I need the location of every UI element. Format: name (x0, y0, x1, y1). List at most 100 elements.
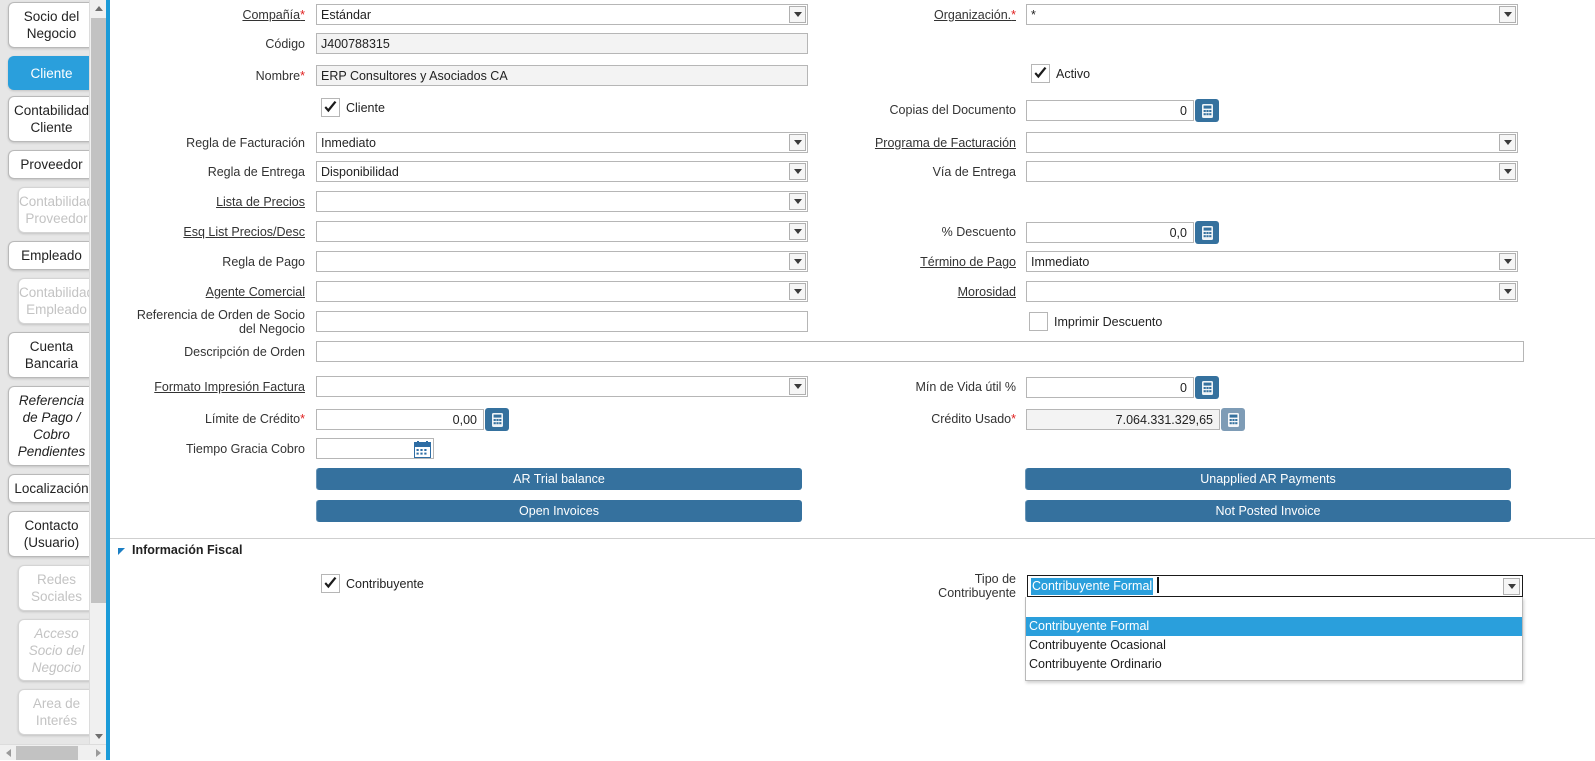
chevron-down-icon[interactable] (789, 163, 806, 180)
agente-comercial-label[interactable]: Agente Comercial (120, 285, 305, 299)
termino-de-pago-label[interactable]: Término de Pago (826, 255, 1016, 269)
lista-de-precios-combobox[interactable] (316, 191, 808, 212)
formato-impresion-factura-label[interactable]: Formato Impresión Factura (120, 380, 305, 394)
copias-del-documento-input[interactable]: 0 (1026, 100, 1194, 121)
min-de-vida-util-input[interactable]: 0 (1026, 377, 1194, 398)
credito-usado-calculator-icon[interactable] (1221, 408, 1245, 431)
formato-impresion-factura-combobox[interactable] (316, 376, 808, 397)
ar-trial-balance-button[interactable]: AR Trial balance (316, 468, 802, 490)
chevron-down-icon[interactable] (789, 253, 806, 270)
dropdown-option-contribuyente-formal[interactable]: Contribuyente Formal (1026, 617, 1522, 636)
credito-usado-input[interactable]: 7.064.331.329,65 (1026, 409, 1220, 430)
compania-combobox[interactable]: Estándar (316, 4, 808, 25)
rail-vertical-scrollbar[interactable] (89, 0, 106, 745)
dropdown-option-contribuyente-ocasional[interactable]: Contribuyente Ocasional (1026, 636, 1522, 655)
chevron-down-icon[interactable] (1499, 283, 1516, 300)
checkbox-activo[interactable]: Activo (1031, 64, 1090, 83)
open-invoices-button[interactable]: Open Invoices (316, 500, 802, 522)
checkbox-imprimir-descuento[interactable]: Imprimir Descuento (1029, 312, 1162, 331)
regla-de-facturacion-combobox[interactable]: Inmediato (316, 132, 808, 153)
programa-de-facturacion-combobox[interactable] (1026, 132, 1518, 153)
sidebar-tab-proveedor[interactable]: Proveedor (8, 150, 89, 179)
not-posted-invoice-button[interactable]: Not Posted Invoice (1025, 500, 1511, 522)
esq-list-precios-desc-label[interactable]: Esq List Precios/Desc (120, 225, 305, 239)
organizacion-label[interactable]: Organización.* (886, 8, 1016, 22)
morosidad-combobox[interactable] (1026, 281, 1518, 302)
rail-hscroll-thumb[interactable] (16, 746, 78, 760)
unapplied-ar-payments-button[interactable]: Unapplied AR Payments (1025, 468, 1511, 490)
chevron-down-icon[interactable] (789, 378, 806, 395)
agente-comercial-combobox[interactable] (316, 281, 808, 302)
sidebar-tab-label: Localización (14, 480, 88, 497)
triangle-down-glyph (1504, 12, 1512, 17)
sidebar-tab-contabilidad-cliente[interactable]: Contabilidad Cliente (8, 96, 89, 142)
tiempo-gracia-cobro-input[interactable] (316, 438, 434, 459)
triangle-down-glyph (794, 229, 802, 234)
sidebar-tab-socio-del-negocio[interactable]: Socio del Negocio (8, 2, 89, 48)
regla-de-pago-combobox[interactable] (316, 251, 808, 272)
triangle-left-icon (6, 749, 11, 757)
scroll-up-arrow[interactable] (90, 0, 107, 17)
checkbox-imprimir-descuento-box[interactable] (1029, 312, 1048, 331)
chevron-down-icon[interactable] (789, 134, 806, 151)
scroll-left-arrow[interactable] (0, 745, 16, 761)
chevron-down-icon[interactable] (789, 223, 806, 240)
chevron-down-icon[interactable] (1499, 134, 1516, 151)
credito-usado-label: Crédito Usado* (826, 412, 1016, 426)
triangle-down-glyph (794, 140, 802, 145)
limite-de-credito-calculator-icon[interactable] (485, 408, 509, 431)
sidebar-tab-contacto-usuario[interactable]: Contacto (Usuario) (8, 511, 89, 557)
esq-list-precios-desc-combobox[interactable] (316, 221, 808, 242)
scroll-right-arrow[interactable] (90, 745, 106, 761)
via-de-entrega-combobox[interactable] (1026, 161, 1518, 182)
checkbox-cliente[interactable]: Cliente (321, 98, 385, 117)
triangle-down-glyph (1504, 259, 1512, 264)
organizacion-combobox[interactable]: * (1026, 4, 1518, 25)
rail-scroll-thumb[interactable] (91, 18, 106, 603)
codigo-input[interactable]: J400788315 (316, 33, 808, 54)
sidebar-tab-empleado[interactable]: Empleado (8, 241, 89, 270)
rail-horizontal-scrollbar[interactable] (0, 744, 106, 760)
ar-trial-balance-button-label: AR Trial balance (513, 472, 605, 486)
checkbox-contribuyente[interactable]: Contribuyente (321, 574, 424, 593)
programa-de-facturacion-label[interactable]: Programa de Facturación (826, 136, 1016, 150)
tipo-de-contribuyente-combobox[interactable]: Contribuyente Formal (1027, 575, 1523, 597)
copias-del-documento-calculator-icon[interactable] (1195, 99, 1219, 122)
termino-de-pago-combobox[interactable]: Immediato (1026, 251, 1518, 272)
referencia-de-orden-de-socio-del-negocio-input[interactable] (316, 311, 808, 332)
limite-de-credito-input[interactable]: 0,00 (316, 409, 484, 430)
dropdown-option-blank[interactable] (1026, 599, 1522, 617)
lista-de-precios-label[interactable]: Lista de Precios (120, 195, 305, 209)
triangle-down-glyph (794, 12, 802, 17)
descuento-value: 0,0 (1170, 226, 1187, 240)
tipo-de-contribuyente-option-list[interactable]: Contribuyente FormalContribuyente Ocasio… (1025, 597, 1523, 681)
chevron-down-icon[interactable] (1499, 6, 1516, 23)
sidebar-tab-referencia-de-pago-cobro-pendientes[interactable]: Referencia de Pago / Cobro Pendientes (8, 386, 89, 466)
sidebar-tab-cliente[interactable]: Cliente (8, 56, 89, 90)
descripcion-de-orden-input[interactable] (316, 341, 1524, 362)
calendar-icon[interactable] (412, 440, 432, 459)
chevron-down-icon[interactable] (1499, 253, 1516, 270)
chevron-down-icon[interactable] (1499, 163, 1516, 180)
checkbox-contribuyente-box[interactable] (321, 574, 340, 593)
left-tab-rail: Socio del Negocio Cliente Contabilidad Cli… (0, 0, 89, 760)
min-de-vida-util-calculator-icon[interactable] (1195, 376, 1219, 399)
chevron-down-icon[interactable] (789, 193, 806, 210)
sidebar-tab-cuenta-bancaria[interactable]: Cuenta Bancaria (8, 332, 89, 378)
checkbox-activo-box[interactable] (1031, 64, 1050, 83)
regla-de-entrega-combobox[interactable]: Disponibilidad (316, 161, 808, 182)
organizacion-value: * (1031, 8, 1036, 22)
compania-label[interactable]: Compañía* (120, 8, 305, 22)
chevron-down-icon[interactable] (789, 6, 806, 23)
morosidad-label[interactable]: Morosidad (826, 285, 1016, 299)
sidebar-tab-localizacion[interactable]: Localización (8, 474, 89, 503)
chevron-down-icon[interactable] (1503, 578, 1520, 595)
descuento-input[interactable]: 0,0 (1026, 222, 1194, 243)
chevron-down-icon[interactable] (789, 283, 806, 300)
scroll-down-arrow[interactable] (90, 728, 107, 745)
section-header-informacion-fiscal[interactable]: Información Fiscal (118, 543, 242, 557)
descuento-calculator-icon[interactable] (1195, 221, 1219, 244)
nombre-input[interactable]: ERP Consultores y Asociados CA (316, 65, 808, 86)
dropdown-option-contribuyente-ordinario[interactable]: Contribuyente Ordinario (1026, 655, 1522, 674)
checkbox-cliente-box[interactable] (321, 98, 340, 117)
